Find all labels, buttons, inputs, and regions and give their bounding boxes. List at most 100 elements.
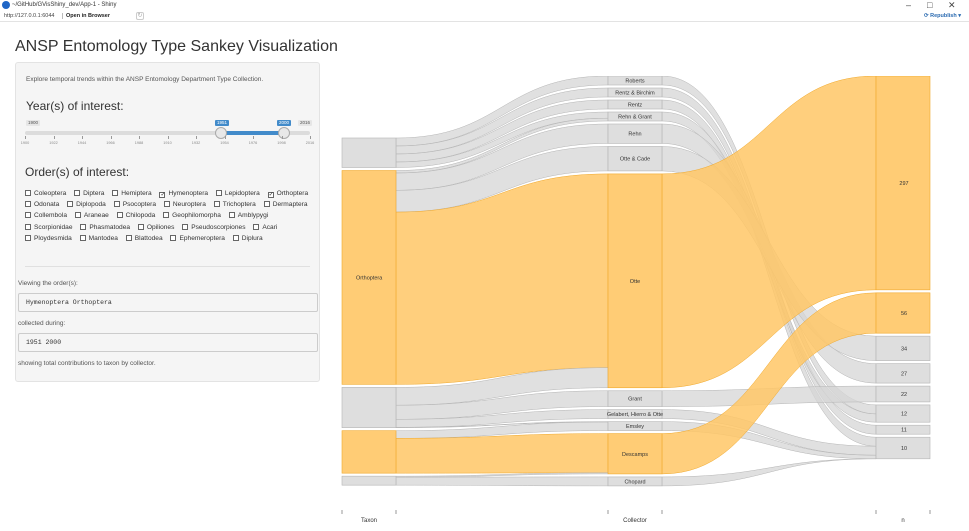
collector-node-label: Chopard (624, 479, 645, 485)
order-checkbox-orthoptera[interactable]: ✓ Orthoptera (267, 188, 309, 199)
order-checkbox-diplura[interactable]: Diplura (232, 233, 263, 244)
order-checkbox-odonata[interactable]: Odonata (25, 199, 59, 210)
checkbox-icon[interactable] (137, 223, 144, 230)
window-titlebar: ~/GitHub/GVisShiny_dev/App-1 - Shiny – □… (0, 0, 969, 10)
order-checkbox-label: Hymenoptera (168, 190, 209, 197)
rstudio-icon (2, 1, 10, 9)
close-icon[interactable]: ✕ (948, 0, 956, 10)
order-checkbox-collembola[interactable]: Collembola (25, 210, 67, 221)
intro-text: Explore temporal trends within the ANSP … (26, 76, 264, 83)
checkbox-icon[interactable] (67, 201, 74, 208)
order-checkbox-label: Diplopoda (76, 201, 106, 209)
collector-node-label: Descamps (622, 452, 648, 458)
order-checkbox-chilopoda[interactable]: Chilopoda (116, 210, 155, 221)
viewer-toolbar: http://127.0.0.1:6044 Open in Browser ↻ … (0, 10, 969, 22)
order-checkbox-neuroptera[interactable]: Neuroptera (163, 199, 206, 210)
order-checkbox-label: Phasmatodea (89, 223, 131, 231)
order-checkbox-hymenoptera[interactable]: ✓ Hymenoptera (159, 188, 208, 199)
order-checkbox-araneae[interactable]: Araneae (74, 210, 109, 221)
order-checkbox-mantodea[interactable]: Mantodea (79, 233, 118, 244)
taxon-node (341, 430, 397, 474)
taxon-node (341, 137, 397, 168)
order-checkbox-phasmatodea[interactable]: Phasmatodea (80, 222, 130, 233)
checkbox-icon[interactable] (253, 223, 260, 230)
checkbox-icon[interactable] (25, 212, 31, 219)
slider-tick (253, 136, 254, 139)
checkbox-icon[interactable] (74, 212, 81, 219)
collector-node-label: Rehn (628, 132, 641, 138)
maximize-icon[interactable]: □ (927, 0, 932, 10)
order-checkbox-acari[interactable]: Acari (253, 222, 277, 233)
order-checkbox-label: Diplura (241, 234, 263, 242)
slider-tick (310, 136, 311, 139)
axis-label: n (901, 518, 904, 524)
year-slider-range[interactable] (221, 131, 284, 135)
checkbox-icon[interactable] (125, 234, 132, 241)
order-checkbox-amblypygi[interactable]: Amblypygi (228, 210, 268, 221)
slider-tick-label: 1944 (77, 141, 87, 145)
checkbox-icon[interactable] (170, 234, 177, 241)
checkbox-icon[interactable] (163, 212, 170, 219)
slider-tick-label: 1954 (220, 141, 229, 145)
order-checkbox-label: Mantodea (88, 234, 118, 242)
refresh-icon[interactable]: ↻ (136, 12, 144, 20)
checkbox-icon[interactable] (25, 190, 31, 196)
window-title: ~/GitHub/GVisShiny_dev/App-1 - Shiny (12, 2, 117, 8)
checkbox-icon[interactable] (74, 190, 81, 196)
minimize-icon[interactable]: – (906, 0, 911, 10)
checkbox-icon[interactable] (232, 234, 239, 241)
checkbox-icon[interactable] (113, 201, 120, 208)
checkbox-icon[interactable] (213, 201, 220, 208)
checkbox-icon[interactable] (116, 212, 123, 219)
order-checkbox-pseudoscorpiones[interactable]: Pseudoscorpiones (182, 222, 246, 233)
order-checkbox-diptera[interactable]: Diptera (74, 188, 104, 199)
order-checkbox-label: Dermaptera (272, 201, 308, 209)
years-label: Year(s) of interest: (26, 99, 124, 113)
checkbox-checked-icon[interactable]: ✓ (267, 192, 274, 198)
order-checkbox-opiliones[interactable]: Opiliones (137, 222, 174, 233)
checkbox-icon[interactable] (182, 223, 189, 230)
year-slider-ticks: 1900 1922 1944 1966 1988 1910 1932 1954 1976 1998… (21, 136, 314, 148)
slider-tick-label: 2016 (305, 141, 315, 145)
checkbox-icon[interactable] (25, 234, 31, 241)
checkbox-icon[interactable] (25, 223, 31, 230)
sankey-link-taxon-collector (395, 472, 609, 478)
checkbox-icon[interactable] (79, 234, 86, 241)
open-in-browser-button[interactable]: Open in Browser (66, 10, 110, 22)
n-node-label: 297 (899, 181, 908, 187)
order-checkbox-diplopoda[interactable]: Diplopoda (67, 199, 106, 210)
page-title: ANSP Entomology Type Sankey Visualizatio… (15, 38, 338, 55)
checkbox-icon[interactable] (80, 223, 87, 230)
collector-node-label: Rentz & Birchim (615, 91, 655, 97)
order-checkbox-psocoptera[interactable]: Psocoptera (113, 199, 157, 210)
order-checkbox-hemiptera[interactable]: Hemiptera (112, 188, 152, 199)
order-checkbox-blattodea[interactable]: Blattodea (125, 233, 163, 244)
taxon-node (341, 475, 397, 486)
order-checkbox-trichoptera[interactable]: Trichoptera (213, 199, 256, 210)
url-text: http://127.0.0.1:6044 (4, 13, 55, 19)
order-checkbox-label: Psocoptera (122, 201, 157, 209)
checkbox-icon[interactable] (215, 190, 222, 196)
checkbox-icon[interactable] (263, 201, 270, 208)
checkbox-checked-icon[interactable]: ✓ (159, 192, 166, 198)
order-checkbox-dermaptera[interactable]: Dermaptera (263, 199, 308, 210)
order-checkbox-ephemeroptera[interactable]: Ephemeroptera (170, 233, 225, 244)
republish-button[interactable]: ⟳ Republish ▾ (924, 10, 961, 22)
order-checkbox-label: Trichoptera (222, 201, 256, 209)
order-checkbox-lepidoptera[interactable]: Lepidoptera (215, 188, 260, 199)
order-checkbox-label: Araneae (83, 212, 109, 220)
checkbox-icon[interactable] (112, 190, 119, 196)
n-node-label: 56 (901, 311, 907, 317)
checkbox-icon[interactable] (228, 212, 235, 219)
order-checkbox-scorpionidae[interactable]: Scorpionidae (25, 222, 73, 233)
order-checkbox-coleoptera[interactable]: Coleoptera (25, 188, 66, 199)
order-checkbox-geophilomorpha[interactable]: Geophilomorpha (163, 210, 221, 221)
collector-node-label: Emsley (626, 424, 644, 430)
checkbox-icon[interactable] (163, 201, 170, 208)
checkbox-icon[interactable] (25, 201, 31, 208)
order-checkbox-ploydesmida[interactable]: Ploydesmida (25, 233, 72, 244)
collected-label: collected during: (18, 320, 66, 327)
order-checkbox-label: Orthoptera (276, 190, 309, 197)
order-checkbox-label: Neuroptera (172, 201, 206, 209)
sidebar-divider (25, 266, 310, 267)
